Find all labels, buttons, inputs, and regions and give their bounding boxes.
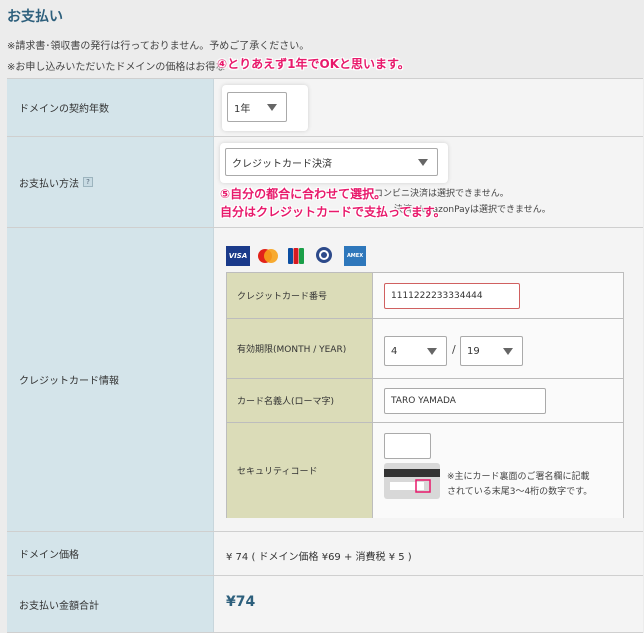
payment-method-note-1: コンビニ決済は選択できません。 xyxy=(374,189,509,199)
amex-logo-icon: AMEX xyxy=(344,246,366,266)
card-number-cell: 1111222233334444 xyxy=(373,273,623,318)
row-security-code: セキュリティコード ※主にカード裏面のご署名欄に記載 されている末尾3〜4桁の数… xyxy=(227,423,623,518)
row-expiry: 有効期限(MONTH / YEAR) 4 / 19 xyxy=(227,319,623,379)
diners-logo-icon xyxy=(312,246,336,266)
expiry-year-select[interactable]: 19 xyxy=(460,336,523,366)
card-back-icon xyxy=(384,463,440,503)
expiry-cell: 4 / 19 xyxy=(373,319,623,378)
card-info-label: クレジットカード情報 xyxy=(7,228,214,531)
invoice-note: ※請求書･領収書の発行は行っておりません。予めご了承ください。 xyxy=(7,41,310,52)
row-total: お支払い金額合計 ¥74 xyxy=(7,576,643,633)
contract-term-value: 1年 xyxy=(234,103,251,115)
total-value: ¥74 xyxy=(226,594,256,610)
card-holder-cell: TARO YAMADA xyxy=(373,379,623,422)
chevron-down-icon xyxy=(418,159,428,166)
help-icon[interactable]: ? xyxy=(83,177,93,187)
security-code-input[interactable] xyxy=(384,433,431,459)
row-card-holder: カード名義人(ローマ字) TARO YAMADA xyxy=(227,379,623,423)
row-card-info: クレジットカード情報 VISA AMEX クレジットカード番号 11112222… xyxy=(7,228,643,532)
chevron-down-icon xyxy=(503,348,513,355)
expiry-year-value: 19 xyxy=(467,345,480,357)
chevron-down-icon xyxy=(267,104,277,111)
section-title: お支払い xyxy=(7,9,63,25)
payment-method-label: お支払い方法 xyxy=(19,178,79,190)
payment-method-label-cell: お支払い方法 ? xyxy=(7,137,214,227)
domain-price-label: ドメイン価格 xyxy=(7,532,214,575)
contract-term-cell: 1年 xyxy=(214,79,643,136)
card-details-table: クレジットカード番号 1111222233334444 有効期限(MONTH /… xyxy=(226,272,624,518)
security-code-note-1: ※主にカード裏面のご署名欄に記載 xyxy=(447,472,590,482)
annotation-method-2: 自分はクレジットカードで支払ってます。 xyxy=(220,205,446,219)
card-number-label: クレジットカード番号 xyxy=(227,273,373,318)
payment-method-value: クレジットカード決済 xyxy=(232,158,332,170)
annotation-method-1: ⑤自分の都合に合わせて選択。 xyxy=(220,187,387,201)
expiry-separator: / xyxy=(452,343,456,356)
annotation-term: ④とりあえず1年でOKと思います。 xyxy=(217,57,410,71)
total-label: お支払い金額合計 xyxy=(7,576,214,632)
expiry-month-select[interactable]: 4 xyxy=(384,336,447,366)
card-info-cell: VISA AMEX クレジットカード番号 1111222233334444 有効… xyxy=(214,228,643,531)
row-domain-price: ドメイン価格 ¥ 74 ( ドメイン価格 ¥69 + 消費税 ¥ 5 ) xyxy=(7,532,643,576)
security-code-label: セキュリティコード xyxy=(227,423,373,518)
security-code-cell: ※主にカード裏面のご署名欄に記載 されている末尾3〜4桁の数字です。 xyxy=(373,423,623,518)
domain-price-value: ¥ 74 ( ドメイン価格 ¥69 + 消費税 ¥ 5 ) xyxy=(226,552,412,563)
expiry-label: 有効期限(MONTH / YEAR) xyxy=(227,319,373,378)
mastercard-logo-icon xyxy=(256,246,280,266)
card-number-input[interactable]: 1111222233334444 xyxy=(384,283,520,309)
payment-form: ドメインの契約年数 1年 お支払い方法 ? クレジットカード決済 コンビニ決済は… xyxy=(7,78,643,633)
jcb-logo-icon xyxy=(288,246,304,266)
expiry-month-value: 4 xyxy=(391,345,398,357)
visa-logo-icon: VISA xyxy=(226,246,250,266)
payment-method-select[interactable]: クレジットカード決済 xyxy=(225,148,438,176)
contract-term-select[interactable]: 1年 xyxy=(227,92,287,122)
chevron-down-icon xyxy=(427,348,437,355)
price-note: ※お申し込みいただいたドメインの価格はお得な xyxy=(7,62,226,73)
contract-term-label: ドメインの契約年数 xyxy=(7,79,214,136)
domain-price-cell: ¥ 74 ( ドメイン価格 ¥69 + 消費税 ¥ 5 ) xyxy=(214,532,643,575)
card-holder-input[interactable]: TARO YAMADA xyxy=(384,388,546,414)
row-card-number: クレジットカード番号 1111222233334444 xyxy=(227,273,623,319)
row-contract-term: ドメインの契約年数 1年 xyxy=(7,79,643,137)
total-cell: ¥74 xyxy=(214,576,643,632)
card-holder-label: カード名義人(ローマ字) xyxy=(227,379,373,422)
security-code-note-2: されている末尾3〜4桁の数字です。 xyxy=(447,487,593,497)
